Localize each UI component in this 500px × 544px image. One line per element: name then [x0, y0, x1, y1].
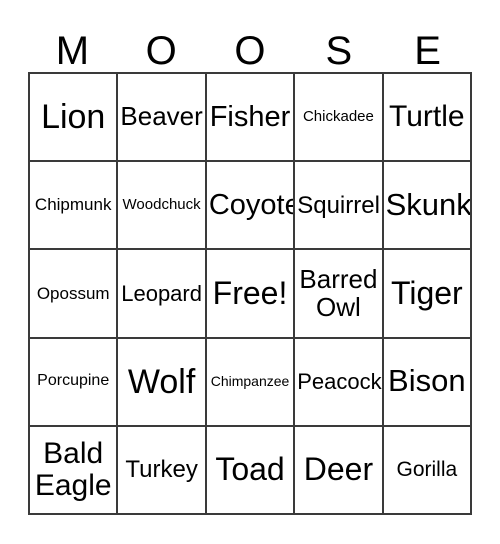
bingo-cell[interactable]: Turtle [383, 74, 473, 163]
bingo-cell[interactable]: Woodchuck [118, 162, 207, 251]
bingo-cell-label: Coyote [208, 188, 296, 221]
bingo-grid: Lion Beaver Fisher Chickadee Turtle Chip… [28, 72, 473, 516]
bingo-header-row: M O O S E [28, 16, 472, 72]
bingo-row: Chipmunk Woodchuck Coyote Squirrel Skunk [30, 162, 473, 251]
bingo-cell[interactable]: Chickadee [295, 74, 384, 163]
bingo-header-letter-1: M [55, 29, 90, 73]
bingo-cell-label: Chimpanzee [210, 373, 290, 390]
bingo-cell[interactable]: Gorilla [383, 426, 473, 516]
bingo-cell-free-space[interactable]: Free! [206, 250, 296, 339]
bingo-cell-label: Squirrel [297, 191, 380, 219]
bingo-cell[interactable]: Bald Eagle [30, 426, 119, 516]
bingo-cell-label: Free! [212, 274, 288, 311]
bingo-row: Bald Eagle Turkey Toad Deer Gorilla [30, 426, 473, 516]
bingo-cell[interactable]: Peacock [295, 338, 384, 427]
bingo-cell-label: Porcupine [37, 372, 110, 390]
bingo-cell[interactable]: Fisher [206, 74, 296, 163]
bingo-cell[interactable]: Squirrel [295, 162, 384, 251]
bingo-header-letter-4: S [325, 29, 353, 73]
bingo-cell-label: Turtle [389, 100, 465, 134]
bingo-cell-label: Tiger [390, 274, 463, 311]
bingo-cell-label: Fisher [209, 100, 291, 133]
bingo-cell-label: Woodchuck [122, 196, 201, 214]
bingo-header-letter-2: O [145, 29, 177, 73]
bingo-cell[interactable]: Turkey [118, 426, 207, 516]
bingo-cell-label: Skunk [385, 186, 472, 222]
bingo-cell-label: Deer [303, 450, 374, 487]
bingo-cell[interactable]: Chimpanzee [206, 338, 296, 427]
bingo-cell[interactable]: Porcupine [30, 338, 119, 427]
bingo-cell-label: Bald Eagle [34, 437, 112, 502]
bingo-cell[interactable]: Toad [206, 426, 296, 516]
bingo-cell[interactable]: Bison [383, 338, 473, 427]
bingo-cell[interactable]: Lion [30, 74, 119, 163]
bingo-cell-label: Beaver [120, 101, 203, 132]
bingo-cell[interactable]: Coyote [206, 162, 296, 251]
bingo-cell[interactable]: Chipmunk [30, 162, 119, 251]
bingo-cell[interactable]: Tiger [383, 250, 473, 339]
bingo-cell[interactable]: Barred Owl [295, 250, 384, 339]
bingo-header-letter-5: E [414, 29, 441, 73]
bingo-cell[interactable]: Skunk [383, 162, 473, 251]
bingo-cell-label: Gorilla [396, 457, 458, 481]
bingo-cell[interactable]: Opossum [30, 250, 119, 339]
bingo-cell-label: Chipmunk [34, 195, 112, 215]
bingo-cell-label: Chickadee [302, 108, 374, 126]
bingo-cell-label: Wolf [127, 362, 196, 401]
bingo-card: M O O S E Lion Beaver Fisher Chickadee T… [28, 16, 473, 516]
bingo-row: Porcupine Wolf Chimpanzee Peacock Bison [30, 338, 473, 427]
bingo-cell-label: Turkey [125, 456, 198, 484]
bingo-cell-label: Barred Owl [299, 263, 378, 322]
bingo-cell[interactable]: Beaver [118, 74, 207, 163]
bingo-cell[interactable]: Deer [295, 426, 384, 516]
bingo-row: Opossum Leopard Free! Barred Owl Tiger [30, 250, 473, 339]
bingo-cell-label: Leopard [121, 280, 202, 306]
bingo-header-letter-3: O [234, 29, 266, 73]
bingo-cell-label: Peacock [297, 369, 382, 395]
bingo-cell-label: Lion [41, 98, 106, 137]
bingo-cell-label: Opossum [36, 283, 110, 303]
bingo-cell[interactable]: Wolf [118, 338, 207, 427]
bingo-cell[interactable]: Leopard [118, 250, 207, 339]
bingo-cell-label: Toad [215, 450, 285, 487]
bingo-row: Lion Beaver Fisher Chickadee Turtle [30, 74, 473, 163]
bingo-cell-label: Bison [388, 363, 466, 399]
